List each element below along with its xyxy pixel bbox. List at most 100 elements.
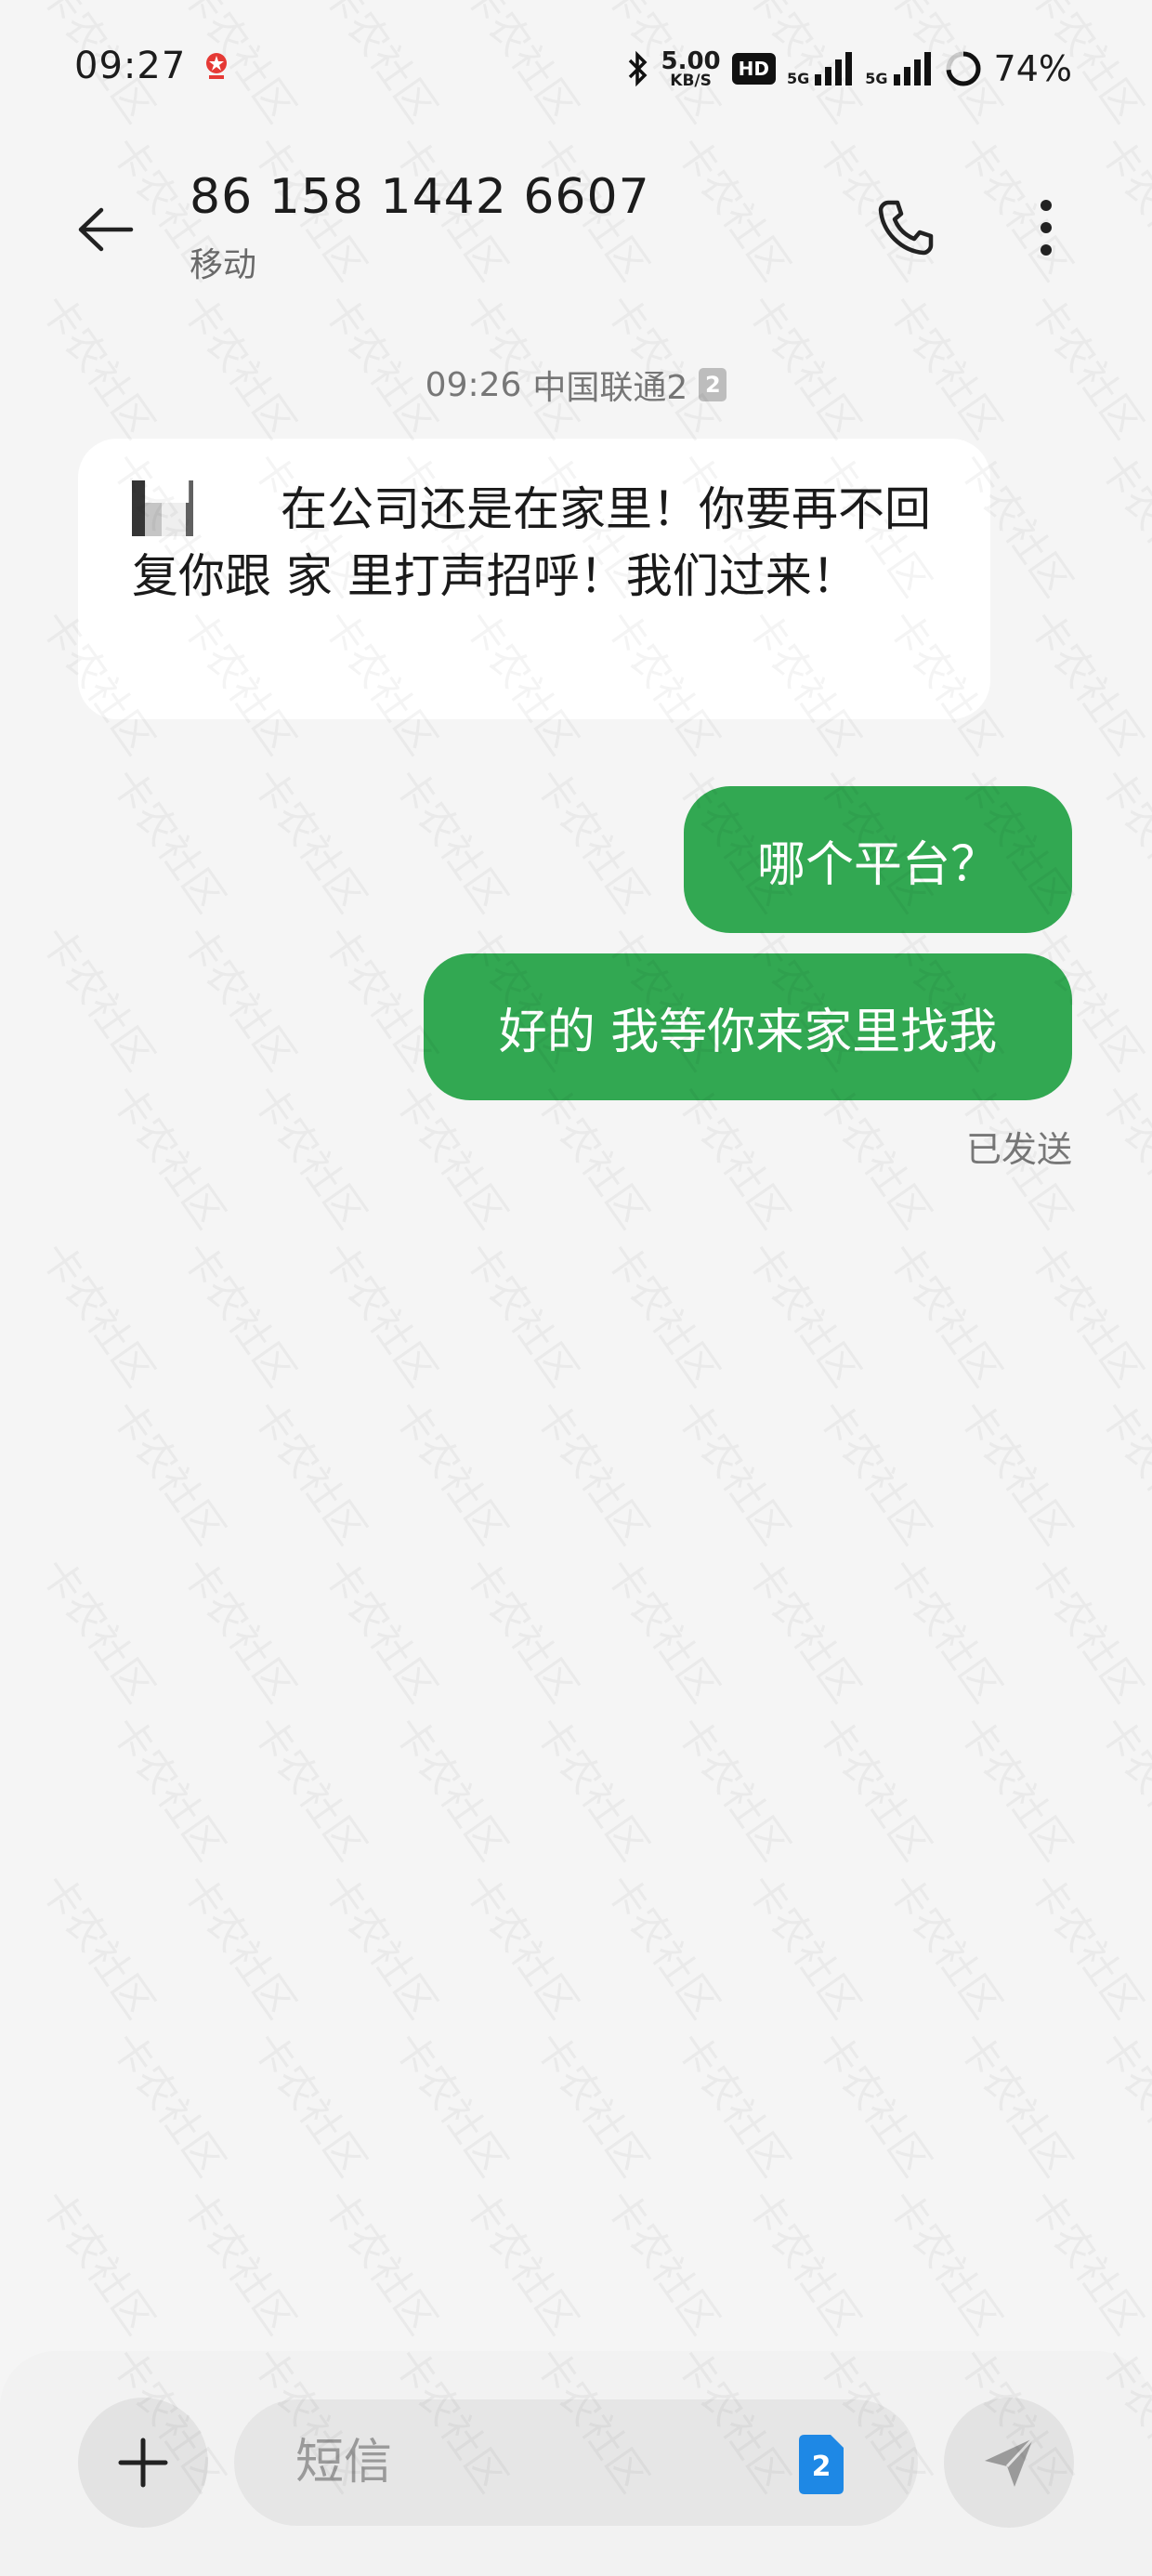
watermark-text: 卡农社区: [311, 1860, 453, 2029]
watermark-text: 卡农社区: [382, 1702, 524, 1871]
watermark-text: 卡农社区: [99, 1387, 242, 1555]
more-options-button[interactable]: [1013, 186, 1080, 269]
watermark-text: 卡农社区: [29, 1860, 171, 2029]
outgoing-message-text: 哪个平台？: [756, 836, 999, 893]
watermark-text: 卡农社区: [241, 755, 383, 923]
watermark-text: 卡农社区: [735, 1544, 877, 1713]
watermark-text: 卡农社区: [1088, 1702, 1152, 1871]
watermark-text: 卡农社区: [664, 1702, 806, 1871]
watermark-text: 卡农社区: [29, 1229, 171, 1397]
watermark-text: 卡农社区: [170, 1860, 312, 2029]
watermark-text: 卡农社区: [99, 755, 242, 923]
watermark-text: 卡农社区: [664, 1387, 806, 1555]
watermark-text: 卡农社区: [523, 1387, 665, 1555]
status-bar: 09:27 5.00 KB/S HD 5G 5G 74%: [0, 0, 1152, 139]
status-icons: 5.00 KB/S HD 5G 5G 74%: [626, 41, 1072, 97]
signal-bars-icon: [815, 52, 853, 85]
watermark-text: 卡农社区: [382, 2018, 524, 2187]
watermark-text: 卡农社区: [1017, 597, 1152, 765]
watermark-text: 卡农社区: [735, 1229, 877, 1397]
more-vertical-icon: [1041, 200, 1052, 256]
watermark-text: 卡农社区: [1017, 2176, 1152, 2345]
watermark-text: 卡农社区: [805, 1387, 948, 1555]
message-carrier: 中国联通2: [532, 369, 688, 407]
back-button[interactable]: [67, 191, 143, 268]
watermark-text: 卡农社区: [876, 1544, 1018, 1713]
watermark-text: 卡农社区: [29, 2176, 171, 2345]
status-time: 09:27: [74, 45, 187, 87]
watermark-text: 卡农社区: [876, 2176, 1018, 2345]
outgoing-message-bubble[interactable]: 好的 我等你来家里找我: [424, 953, 1072, 1100]
watermark-text: 卡农社区: [311, 1544, 453, 1713]
incoming-message-text: 在公司还是在家里！你要再不回复你跟 家 里打声招呼！我们过来！: [132, 482, 931, 603]
watermark-text: 卡农社区: [735, 1860, 877, 2029]
contact-number: 86 158 1442 6607: [190, 169, 650, 225]
call-button[interactable]: [864, 186, 948, 269]
hd-voice-icon: HD: [731, 53, 776, 85]
watermark-text: 卡农社区: [1017, 1229, 1152, 1397]
battery-percent: 74%: [993, 48, 1072, 89]
sim-select-icon[interactable]: 2: [795, 2431, 847, 2496]
watermark-text: 卡农社区: [947, 1702, 1089, 1871]
battery-ring-icon: [946, 51, 981, 86]
watermark-text: 卡农社区: [1088, 755, 1152, 923]
message-time: 09:26: [425, 365, 522, 404]
contact-carrier: 移动: [190, 246, 257, 284]
phone-icon: [878, 200, 934, 256]
watermark-text: 卡农社区: [1017, 1544, 1152, 1713]
watermark-text: 卡农社区: [452, 1544, 595, 1713]
watermark-text: 卡农社区: [876, 1229, 1018, 1397]
watermark-text: 卡农社区: [1088, 439, 1152, 607]
conversation-header: 86 158 1442 6607 移动: [0, 149, 1152, 297]
bluetooth-icon: [628, 50, 647, 87]
message-timestamp-row: 09:26 中国联通2 2: [0, 361, 1152, 409]
sim-badge-icon: 2: [699, 368, 727, 401]
watermark-text: 卡农社区: [241, 1702, 383, 1871]
watermark-text: 卡农社区: [1017, 1860, 1152, 2029]
plus-icon: [118, 2438, 168, 2488]
watermark-text: 卡农社区: [382, 755, 524, 923]
watermark-text: 卡农社区: [29, 913, 171, 1081]
watermark-text: 卡农社区: [170, 1229, 312, 1397]
message-composer: 2: [0, 2351, 1152, 2576]
message-input[interactable]: [294, 2434, 780, 2491]
watermark-text: 卡农社区: [805, 1702, 948, 1871]
watermark-text: 卡农社区: [1088, 1387, 1152, 1555]
watermark-text: 卡农社区: [99, 2018, 242, 2187]
signal-5g-2: 5G: [865, 50, 932, 87]
watermark-text: 卡农社区: [805, 2018, 948, 2187]
watermark-text: 卡农社区: [594, 1229, 736, 1397]
watermark-text: 卡农社区: [735, 2176, 877, 2345]
watermark-text: 卡农社区: [594, 1860, 736, 2029]
watermark-text: 卡农社区: [523, 2018, 665, 2187]
watermark-text: 卡农社区: [452, 1860, 595, 2029]
watermark-text: 卡农社区: [241, 1071, 383, 1239]
app-notification-icon: [206, 53, 227, 79]
watermark-text: 卡农社区: [311, 1229, 453, 1397]
watermark-text: 卡农社区: [241, 2018, 383, 2187]
outgoing-message-bubble[interactable]: 哪个平台？: [684, 786, 1072, 933]
watermark-text: 卡农社区: [170, 913, 312, 1081]
watermark-text: 卡农社区: [523, 755, 665, 923]
watermark-text: 卡农社区: [99, 1071, 242, 1239]
incoming-message-bubble[interactable]: 在公司还是在家里！你要再不回复你跟 家 里打声招呼！我们过来！: [78, 439, 990, 719]
watermark-text: 卡农社区: [664, 2018, 806, 2187]
watermark-text: 卡农社区: [594, 1544, 736, 1713]
watermark-text: 卡农社区: [170, 2176, 312, 2345]
signal-5g-1: 5G: [787, 50, 854, 87]
signal-bars-icon: [893, 52, 931, 85]
message-input-box[interactable]: 2: [234, 2399, 918, 2526]
add-attachment-button[interactable]: [78, 2398, 208, 2528]
watermark-text: 卡农社区: [947, 1387, 1089, 1555]
watermark-text: 卡农社区: [876, 1860, 1018, 2029]
watermark-text: 卡农社区: [29, 1544, 171, 1713]
net-speed: 5.00 KB/S: [661, 46, 721, 90]
sent-status: 已发送: [965, 1129, 1072, 1170]
watermark-text: 卡农社区: [170, 1544, 312, 1713]
send-button[interactable]: [944, 2398, 1074, 2528]
watermark-text: 卡农社区: [1088, 2018, 1152, 2187]
svg-text:2: 2: [812, 2451, 831, 2483]
watermark-text: 卡农社区: [1088, 1071, 1152, 1239]
watermark-text: 卡农社区: [382, 1387, 524, 1555]
watermark-text: 卡农社区: [241, 1387, 383, 1555]
